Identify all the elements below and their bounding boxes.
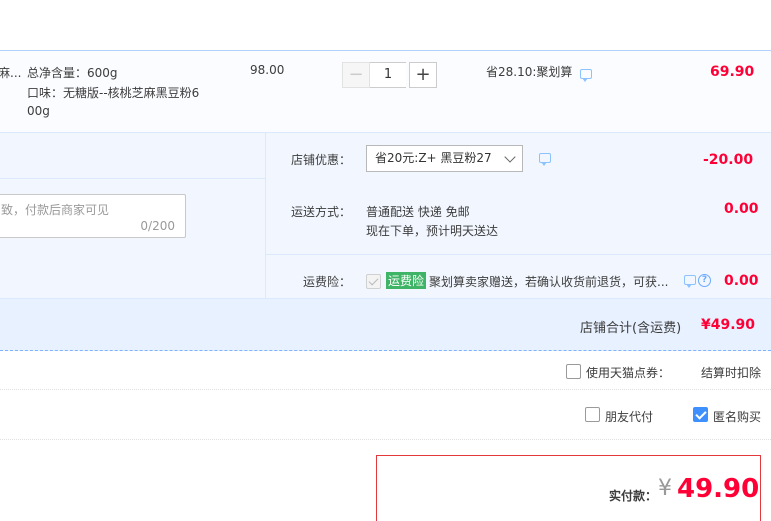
anonymous-label: 匿名购买 <box>713 410 762 424</box>
shipping-amount: 0.00 <box>724 201 759 217</box>
item-spec-weight: 总净含量：600g <box>27 66 118 80</box>
buyer-message-placeholder: 致，付款后商家可见 <box>1 203 110 217</box>
shop-discount-label: 店铺优惠： <box>291 153 352 167</box>
shipping-method: 普通配送 快递 免邮 <box>366 205 470 219</box>
item-subtotal: 69.90 <box>710 64 755 80</box>
item-discount-text: 省28.10:聚划算 <box>486 65 573 79</box>
chevron-down-icon <box>504 151 516 163</box>
help-icon[interactable]: ? <box>698 274 711 287</box>
points-checkbox[interactable] <box>566 364 581 379</box>
chat-icon[interactable] <box>539 153 551 166</box>
insurance-tag: 运费险 <box>386 272 427 289</box>
shop-total-value: ¥49.90 <box>701 317 756 333</box>
friend-pay-checkbox[interactable] <box>585 407 600 422</box>
anonymous-checkbox[interactable] <box>693 407 708 422</box>
buyer-message-field[interactable]: 致，付款后商家可见 0/200 <box>0 194 186 238</box>
shop-total-row: 店铺合计(含运费) ¥49.90 <box>0 299 771 351</box>
divider <box>0 178 265 179</box>
insurance-text: 聚划算卖家赠送，若确认收货前退货，可获... <box>429 275 669 289</box>
shop-discount-selected: 省20元:Z+ 黑豆粉27 <box>375 151 492 165</box>
shop-discount-select[interactable]: 省20元:Z+ 黑豆粉27 <box>366 145 523 172</box>
payment-amount: 49.90 <box>677 474 760 504</box>
payment-currency: ¥ <box>658 476 672 501</box>
points-label: 使用天猫点券： <box>586 366 671 380</box>
insurance-amount: 0.00 <box>724 273 759 289</box>
chat-icon[interactable] <box>580 69 592 82</box>
shop-total-label: 店铺合计(含运费) <box>580 321 682 336</box>
insurance-label: 运费险： <box>303 275 352 289</box>
quantity-minus-button[interactable]: − <box>342 62 370 88</box>
quantity-input[interactable]: 1 <box>370 62 406 88</box>
payment-label: 实付款： <box>609 489 658 503</box>
insurance-checkbox[interactable] <box>366 274 381 289</box>
quantity-plus-button[interactable]: + <box>409 62 437 88</box>
shipping-label: 运送方式： <box>291 205 352 219</box>
buyer-message-counter: 0/200 <box>140 219 175 233</box>
item-name-fragment[interactable]: 麻... <box>0 64 21 81</box>
shop-discount-amount: -20.00 <box>703 152 754 168</box>
divider <box>0 389 771 390</box>
shipping-eta: 现在下单，预计明天送达 <box>366 224 499 238</box>
friend-pay-label: 朋友代付 <box>605 410 654 424</box>
order-item-row: 麻... 总净含量：600g 口味：无糖版--核桃芝麻黑豆粉6 00g 98.0… <box>0 50 771 132</box>
points-note: 结算时扣除 <box>701 366 762 380</box>
payment-summary-box: 实付款： ¥ 49.90 <box>376 455 761 521</box>
item-unit-price: 98.00 <box>250 63 285 77</box>
item-spec-flavor: 口味：无糖版--核桃芝麻黑豆粉6 <box>27 86 200 100</box>
divider <box>265 132 266 299</box>
divider <box>265 254 771 255</box>
chat-icon[interactable] <box>684 275 696 288</box>
divider <box>0 439 771 440</box>
item-spec-flavor-cont: 00g <box>27 104 50 118</box>
